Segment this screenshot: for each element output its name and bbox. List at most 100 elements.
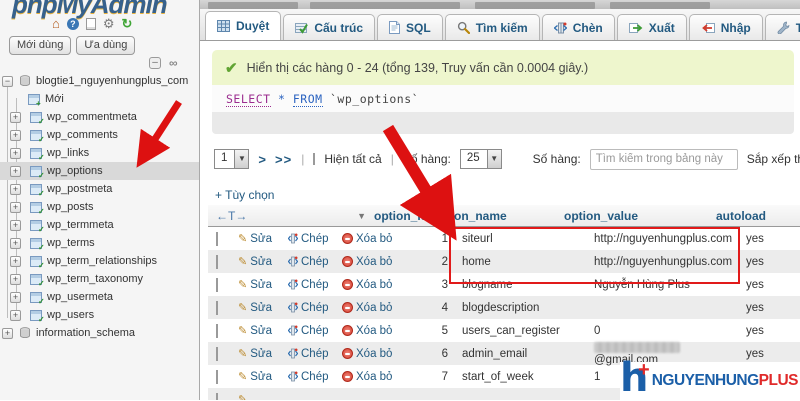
tree-table-item[interactable]: + ✓ wp_terms xyxy=(0,234,199,252)
table-name[interactable]: wp_posts xyxy=(47,201,93,213)
delete-link[interactable]: Xóa bỏ xyxy=(342,302,402,314)
show-all-checkbox[interactable] xyxy=(313,153,316,165)
tree-database-item[interactable]: − blogtie1_nguyenhungplus_com xyxy=(0,72,199,90)
help-icon[interactable]: ? xyxy=(66,17,79,30)
gear-icon[interactable]: ⚙ xyxy=(103,17,115,30)
table-name[interactable]: wp_usermeta xyxy=(47,291,113,303)
copy-link[interactable]: Chép xyxy=(288,233,342,245)
tab-import[interactable]: Nhập xyxy=(688,14,763,40)
row-checkbox[interactable] xyxy=(216,323,218,338)
tree-table-item[interactable]: + ✓ wp_postmeta xyxy=(0,180,199,198)
edit-link[interactable]: ✎ Sửa xyxy=(238,255,288,269)
favorite-tables-button[interactable]: Ưa dùng xyxy=(76,36,136,55)
rows-count-select[interactable]: 25 ▼ xyxy=(459,149,502,169)
tree-table-item[interactable]: + ✓ wp_commentmeta xyxy=(0,108,199,126)
tree-expand-icon[interactable]: + xyxy=(10,255,21,267)
table-name[interactable]: wp_terms xyxy=(47,237,95,249)
tree-expand-icon[interactable]: + xyxy=(10,291,21,303)
delete-link[interactable]: Xóa bỏ xyxy=(342,233,402,245)
tab-insert[interactable]: Chèn xyxy=(541,14,615,40)
delete-link[interactable]: Xóa bỏ xyxy=(342,348,402,360)
next-page-button[interactable]: > xyxy=(258,152,266,167)
docs-icon[interactable] xyxy=(85,17,96,30)
table-search-input[interactable] xyxy=(589,148,738,170)
table-name[interactable]: wp_comments xyxy=(47,129,118,141)
column-header-option-name[interactable]: option_name xyxy=(428,209,562,223)
copy-link[interactable]: Chép xyxy=(288,348,342,360)
delete-link[interactable]: Xóa bỏ xyxy=(342,256,402,268)
table-name[interactable]: wp_postmeta xyxy=(47,183,112,195)
copy-link[interactable]: Chép xyxy=(288,302,342,314)
tree-table-item[interactable]: + ✓ wp_termmeta xyxy=(0,216,199,234)
tree-table-item[interactable]: + ✓ wp_term_relationships xyxy=(0,252,199,270)
tab-search[interactable]: Tìm kiếm xyxy=(444,14,540,40)
table-name[interactable]: wp_termmeta xyxy=(47,219,114,231)
edit-link[interactable]: ✎ Sửa xyxy=(238,232,288,246)
tree-table-item[interactable]: + ✓ wp_options xyxy=(0,162,199,180)
page-select[interactable]: 1 ▼ xyxy=(214,149,250,169)
column-header-autoload[interactable]: autoload xyxy=(712,209,766,223)
row-checkbox[interactable] xyxy=(216,300,218,315)
delete-link[interactable]: Xóa bỏ xyxy=(342,325,402,337)
column-reorder-icon[interactable]: ←T→ xyxy=(216,209,247,223)
table-name[interactable]: wp_options xyxy=(47,165,103,177)
tree-table-item[interactable]: + ✓ wp_term_taxonomy xyxy=(0,270,199,288)
column-header-option-value[interactable]: option_value xyxy=(562,209,712,223)
row-checkbox[interactable] xyxy=(216,346,218,361)
link-icon[interactable]: ∞ xyxy=(169,56,178,70)
recent-tables-button[interactable]: Mới dùng xyxy=(9,36,72,55)
tree-expand-icon[interactable]: + xyxy=(10,183,21,195)
table-name[interactable]: wp_links xyxy=(47,147,89,159)
sort-descending-icon[interactable]: ▼ xyxy=(357,211,366,221)
tree-expand-icon[interactable]: + xyxy=(10,237,21,249)
tree-expand-icon[interactable]: + xyxy=(2,327,13,339)
row-checkbox[interactable] xyxy=(216,254,218,269)
tree-expand-icon[interactable]: + xyxy=(10,111,21,123)
table-name[interactable]: wp_term_taxonomy xyxy=(47,273,143,285)
table-name[interactable]: wp_term_relationships xyxy=(47,255,157,267)
tree-expand-icon[interactable]: + xyxy=(10,309,21,321)
tree-new-table-item[interactable]: + Mới xyxy=(0,90,199,108)
table-name[interactable]: wp_commentmeta xyxy=(47,111,137,123)
copy-link[interactable]: Chép xyxy=(288,371,342,383)
tree-table-item[interactable]: + ✓ wp_links xyxy=(0,144,199,162)
tree-table-item[interactable]: + ✓ wp_usermeta xyxy=(0,288,199,306)
collapse-all-icon[interactable]: – xyxy=(149,57,161,69)
edit-link[interactable]: ✎ Sửa xyxy=(238,324,288,338)
delete-link[interactable]: Xóa bỏ xyxy=(342,371,402,383)
column-header-option-id[interactable]: option_id xyxy=(372,209,428,223)
tree-expand-icon[interactable]: + xyxy=(10,219,21,231)
tree-expand-icon[interactable]: + xyxy=(10,165,21,177)
table-name[interactable]: wp_users xyxy=(47,309,94,321)
tree-collapse-icon[interactable]: − xyxy=(2,75,13,87)
tab-structure[interactable]: Cấu trúc xyxy=(283,14,376,40)
tree-table-item[interactable]: + ✓ wp_posts xyxy=(0,198,199,216)
copy-link[interactable]: Chép xyxy=(288,256,342,268)
edit-link[interactable]: ✎ Sửa xyxy=(238,370,288,384)
tab-export[interactable]: Xuất xyxy=(616,14,687,40)
tree-expand-icon[interactable]: + xyxy=(10,129,21,141)
last-page-button[interactable]: >> xyxy=(275,152,292,167)
edit-link[interactable]: ✎ Sửa xyxy=(238,301,288,315)
tree-expand-icon[interactable]: + xyxy=(10,147,21,159)
tree-expand-icon[interactable]: + xyxy=(10,273,21,285)
tree-database-item[interactable]: + information_schema xyxy=(0,324,199,342)
tree-expand-icon[interactable]: + xyxy=(10,201,21,213)
database-name[interactable]: blogtie1_nguyenhungplus_com xyxy=(36,75,188,87)
copy-link[interactable]: Chép xyxy=(288,325,342,337)
new-table-label[interactable]: Mới xyxy=(45,93,64,105)
tree-table-item[interactable]: + ✓ wp_comments xyxy=(0,126,199,144)
copy-link[interactable]: Chép xyxy=(288,279,342,291)
database-name[interactable]: information_schema xyxy=(36,327,135,339)
delete-link[interactable]: Xóa bỏ xyxy=(342,279,402,291)
tab-sql[interactable]: SQL xyxy=(377,14,443,40)
row-checkbox[interactable] xyxy=(216,231,218,246)
query-options-link[interactable]: + Tùy chọn xyxy=(215,188,274,202)
edit-link[interactable]: ✎ Sửa xyxy=(238,347,288,361)
row-checkbox[interactable] xyxy=(216,392,218,400)
row-checkbox[interactable] xyxy=(216,277,218,292)
edit-link[interactable]: ✎ Sửa xyxy=(238,278,288,292)
tab-operations[interactable]: Thao tác xyxy=(764,14,800,40)
tree-table-item[interactable]: + ✓ wp_users xyxy=(0,306,199,324)
refresh-icon[interactable]: ↻ xyxy=(122,17,133,30)
